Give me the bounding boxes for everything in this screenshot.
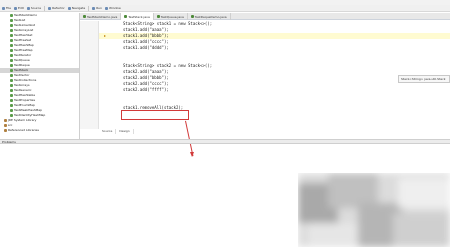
java-file-icon — [10, 74, 13, 77]
library-icon — [4, 124, 7, 127]
toolbar-button-label: Run — [96, 6, 102, 10]
code-text: stack1.add("bbbb"); — [123, 33, 169, 38]
blurred-region — [298, 173, 450, 247]
toolbar-button-source[interactable]: Source — [26, 6, 42, 11]
java-file-icon — [83, 15, 86, 18]
annotation-highlight-box — [121, 110, 189, 120]
package-explorer: TestStackDemo TestList TestLinkedList TestA… — [0, 13, 80, 139]
code-text: stack2.add("cccc"); — [123, 81, 169, 86]
breakpoint-icon[interactable]: ▸ — [104, 33, 106, 38]
java-file-icon — [10, 84, 13, 87]
java-file-icon — [10, 114, 13, 117]
tab-label: TestStack.java — [128, 14, 150, 19]
library-icon — [4, 119, 7, 122]
navigate-icon — [67, 6, 71, 10]
toolbar-button-label: Refactor — [52, 6, 65, 10]
java-file-icon — [10, 89, 13, 92]
toolbar-button-label: Edit — [18, 6, 24, 10]
tab-testqueue[interactable]: TestQueue.java — [154, 13, 188, 20]
toolbar-button-label: Source — [30, 6, 42, 10]
toolbar-button-label: File — [6, 6, 12, 10]
code-text: stack1.add("cccc"); — [123, 39, 169, 44]
java-file-icon — [10, 99, 13, 102]
java-file-icon — [10, 49, 13, 52]
editor-tabs: TestStackDemo.java TestStack.java TestQueu… — [80, 13, 450, 20]
java-file-icon — [10, 69, 13, 72]
java-file-icon — [10, 109, 13, 112]
toolbar-button-window[interactable]: Window — [104, 6, 121, 11]
window-icon — [104, 6, 108, 10]
tab-testdequedemo[interactable]: TestDequeDemo.java — [188, 13, 231, 20]
code-text: stack1.add("dddd"); — [123, 45, 169, 50]
hover-tooltip: Stack<String> java.util.Stack — [398, 75, 450, 83]
toolbar-button-run[interactable]: Run — [92, 6, 102, 11]
toolbar: File Edit Source Refactor Navigate Run Window — [0, 5, 450, 12]
toolbar-separator — [44, 5, 46, 11]
java-file-icon — [10, 29, 13, 32]
java-file-icon — [10, 19, 13, 22]
code-text: stack1.add("aaaa"); — [123, 27, 169, 32]
code-text: stack2.add("ffff"); — [123, 87, 169, 92]
line-gutter — [80, 21, 99, 129]
file-icon — [2, 6, 5, 10]
code-text: Stack<String> stack1 = new Stack<>(); — [123, 21, 213, 26]
java-file-icon — [10, 79, 13, 82]
toolbar-separator — [88, 5, 90, 11]
tree-item[interactable]: Referenced Libraries — [0, 128, 79, 133]
editor-bottom-tabs: Source Design — [99, 129, 450, 134]
java-file-icon — [190, 15, 194, 18]
java-file-icon — [10, 14, 13, 17]
refactor-icon — [48, 6, 52, 10]
console-tab[interactable]: Problems — [0, 139, 450, 144]
tab-teststack[interactable]: TestStack.java — [121, 13, 154, 20]
java-file-icon — [10, 54, 13, 57]
tab-label: TestQueue.java — [160, 14, 184, 19]
java-file-icon — [10, 39, 13, 42]
java-file-icon — [156, 15, 160, 18]
toolbar-button-label: Window — [108, 6, 121, 10]
java-file-icon — [10, 24, 13, 27]
code-text: Stack<String> stack2 = new Stack<>(); — [123, 63, 213, 68]
code-text: stack2.add("bbbb"); — [123, 75, 169, 80]
tab-label: TestDequeDemo.java — [194, 14, 227, 19]
java-file-icon — [10, 59, 13, 62]
tab-teststackdemo[interactable]: TestStackDemo.java — [80, 13, 122, 20]
code-text: stack2.add("aaaa"); — [123, 69, 169, 74]
java-file-icon — [124, 15, 128, 18]
toolbar-button-refactor[interactable]: Refactor — [48, 6, 65, 11]
tab-label: TestStackDemo.java — [87, 14, 118, 19]
java-file-icon — [10, 64, 13, 67]
java-file-icon — [10, 94, 13, 97]
library-icon — [4, 129, 7, 132]
annotation-arrow-head — [190, 152, 194, 157]
toolbar-button-edit[interactable]: Edit — [14, 6, 24, 11]
toolbar-button-label: Navigate — [71, 6, 86, 10]
java-file-icon — [10, 34, 13, 37]
toolbar-button-navigate[interactable]: Navigate — [67, 6, 86, 11]
tab-design[interactable]: Design — [116, 129, 134, 134]
toolbar-button-file[interactable]: File — [2, 6, 11, 11]
source-icon — [26, 6, 30, 10]
java-file-icon — [10, 104, 13, 107]
edit-icon — [14, 6, 18, 10]
java-file-icon — [10, 44, 13, 47]
tab-source[interactable]: Source — [99, 129, 117, 134]
tree-item-label: Referenced Libraries — [8, 128, 39, 132]
run-icon — [92, 6, 96, 10]
